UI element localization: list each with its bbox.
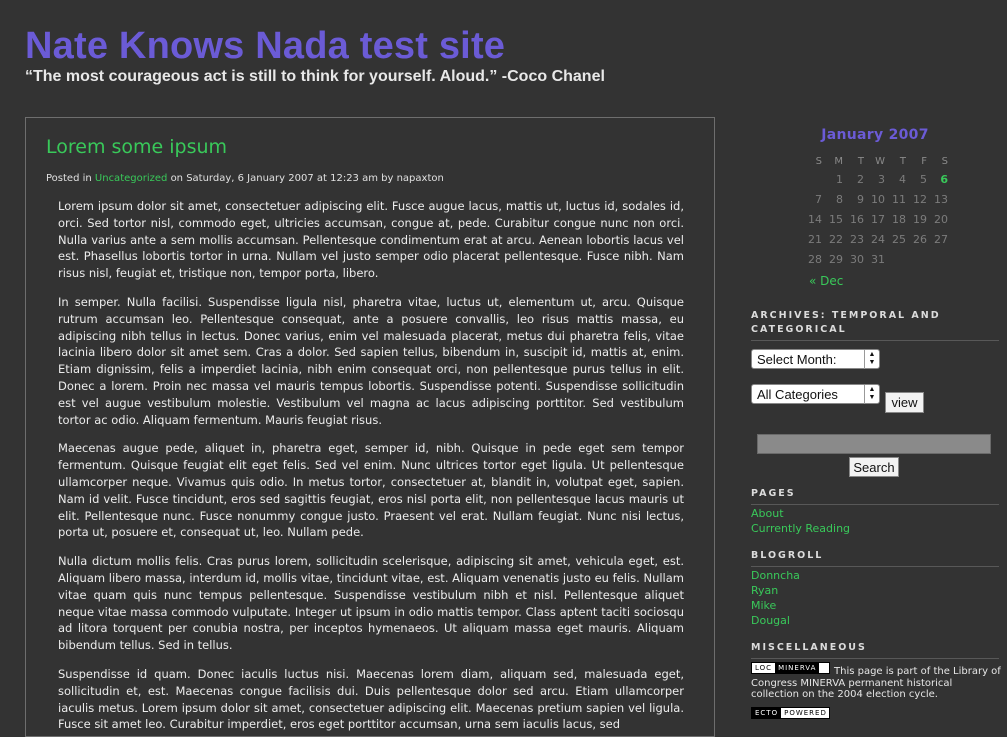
calendar-caption: January 2007 (821, 127, 929, 143)
calendar-day: 8 (836, 192, 843, 206)
calendar-day: 10 (871, 192, 885, 206)
calendar-day: 27 (934, 232, 948, 246)
post-paragraph: Suspendisse id quam. Donec iaculis luctu… (58, 666, 684, 732)
calendar-day: 28 (808, 252, 822, 266)
post-meta: Posted in Uncategorized on Saturday, 6 J… (46, 173, 444, 184)
month-select[interactable]: Select Month: ▲ ▼ (751, 349, 880, 369)
calendar-day: 29 (829, 252, 843, 266)
search-input[interactable] (757, 434, 991, 454)
calendar-day: 26 (913, 232, 927, 246)
post-paragraph: In semper. Nulla facilisi. Suspendisse l… (58, 294, 684, 427)
calendar-day: 24 (871, 232, 885, 246)
pages-heading: Pages (751, 487, 999, 505)
calendar-day: 1 (836, 172, 843, 186)
calendar-weekday: S (815, 155, 822, 167)
month-select-value: Select Month: (757, 352, 837, 367)
calendar-day: 18 (892, 212, 906, 226)
calendar-weekday: T (899, 155, 906, 167)
calendar-weekday: F (921, 155, 927, 167)
calendar-day: 16 (850, 212, 864, 226)
calendar-day: 23 (850, 232, 864, 246)
calendar-prev-month-link[interactable]: « Dec (809, 274, 843, 288)
calendar-day: 5 (920, 172, 927, 186)
calendar-week: 7 8 9 10 11 12 13 (801, 189, 948, 209)
post-paragraph: Maecenas augue pede, aliquet in, pharetr… (58, 441, 684, 540)
calendar-day: 15 (829, 212, 843, 226)
misc-description-text: This page is part of the Library of Cong… (751, 666, 1001, 700)
category-select-value: All Categories (757, 387, 838, 402)
post-title[interactable]: Lorem some ipsum (46, 136, 227, 158)
calendar-day: 7 (815, 192, 822, 206)
calendar-day: 4 (899, 172, 906, 186)
calendar-week: 28 29 30 31 (801, 249, 948, 269)
badge-left-label: ECTO (752, 708, 782, 718)
calendar-weekday: W (875, 155, 885, 167)
calendar-day-link[interactable]: 6 (927, 169, 948, 189)
calendar-empty-cell (927, 249, 948, 269)
calendar-day: 25 (892, 232, 906, 246)
site-title[interactable]: Nate Knows Nada test site (25, 25, 505, 68)
calendar-day: 11 (892, 192, 906, 206)
calendar-day: 21 (808, 232, 822, 246)
blogroll-link-donncha[interactable]: Donncha (751, 569, 800, 582)
calendar-day: 17 (871, 212, 885, 226)
misc-description: This page is part of the Library of Cong… (751, 666, 1001, 701)
calendar-empty-cell (906, 249, 927, 269)
post-body: Lorem ipsum dolor sit amet, consectetuer… (58, 198, 684, 736)
post-meta-suffix: on Saturday, 6 January 2007 at 12:23 am … (170, 173, 444, 184)
search-button[interactable]: Search (849, 457, 899, 477)
ecto-powered-badge[interactable]: ECTO POWERED (751, 707, 830, 719)
calendar-week: 123456 (801, 169, 948, 189)
calendar-day: 20 (934, 212, 948, 226)
category-link[interactable]: Uncategorized (95, 173, 167, 184)
calendar-day: 19 (913, 212, 927, 226)
calendar-empty-cell (885, 249, 906, 269)
blogroll-link-ryan[interactable]: Ryan (751, 584, 778, 597)
calendar-day: 14 (808, 212, 822, 226)
calendar-week: 21 22 23 24 25 26 27 (801, 229, 948, 249)
calendar-day: 30 (850, 252, 864, 266)
page-link-currently-reading[interactable]: Currently Reading (751, 522, 850, 535)
misc-heading: Miscellaneous (751, 641, 999, 659)
select-arrows-icon: ▲ ▼ (864, 385, 879, 404)
calendar-weekday: M (834, 155, 843, 167)
calendar-table: SMTWTFS 1 2 3 4 5 6 7 8 9 10 11 12 13 14 15 16 17 18 19 20 2… (801, 153, 948, 269)
calendar-day: 13 (934, 192, 948, 206)
blogroll-heading: Blogroll (751, 549, 999, 567)
archives-heading: Archives: Temporal and Categorical (751, 309, 999, 341)
calendar-day: 22 (829, 232, 843, 246)
blogroll-link-mike[interactable]: Mike (751, 599, 776, 612)
calendar-day: 31 (871, 252, 885, 266)
calendar-day: 12 (913, 192, 927, 206)
calendar-empty-cell (801, 169, 822, 189)
view-button[interactable]: view (885, 392, 924, 413)
calendar-day: 3 (878, 172, 885, 186)
select-arrows-icon: ▲ ▼ (864, 350, 879, 369)
badge-right-label: POWERED (784, 709, 827, 717)
page-link-about[interactable]: About (751, 507, 784, 520)
calendar-day: 2 (857, 172, 864, 186)
category-select[interactable]: All Categories ▲ ▼ (751, 384, 880, 404)
post-paragraph: Nulla dictum mollis felis. Cras purus lo… (58, 554, 684, 653)
post-paragraph: Lorem ipsum dolor sit amet, consectetuer… (58, 199, 684, 281)
calendar-weekday: T (857, 155, 864, 167)
calendar-day: 9 (857, 192, 864, 206)
post-container: Lorem some ipsum Posted in Uncategorized… (25, 117, 715, 737)
calendar-weekday: S (941, 155, 948, 167)
post-meta-prefix: Posted in (46, 173, 92, 184)
site-tagline: “The most courageous act is still to thi… (25, 68, 605, 85)
calendar-week: 14 15 16 17 18 19 20 (801, 209, 948, 229)
blogroll-link-dougal[interactable]: Dougal (751, 614, 790, 627)
